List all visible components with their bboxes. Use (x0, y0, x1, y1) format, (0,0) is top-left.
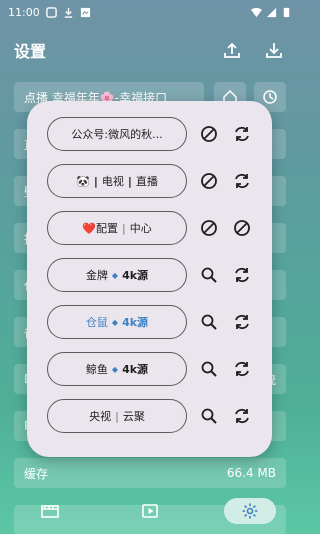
disabled-button[interactable] (197, 169, 221, 193)
search-button[interactable] (197, 404, 221, 428)
refresh-icon (235, 408, 249, 424)
source-suffix: 直播 (135, 175, 158, 188)
square-notification-icon (45, 6, 57, 18)
refresh-button[interactable] (230, 404, 254, 428)
app-header: 设置 (0, 30, 300, 70)
source-name: 鲸鱼 (85, 363, 108, 376)
disabled-button[interactable] (197, 216, 221, 240)
page-title: 设置 (14, 42, 47, 61)
source-name: 公众号:微风的秋... (71, 128, 163, 141)
source-pill[interactable]: 央视 | 云聚 (47, 399, 187, 433)
block-icon (201, 173, 217, 189)
refresh-icon (235, 267, 249, 283)
battery-icon (283, 7, 290, 17)
upload-button[interactable] (220, 38, 244, 62)
diamond-icon: ◆ (111, 317, 119, 327)
history-icon (263, 90, 277, 104)
wifi-icon (251, 7, 262, 17)
search-icon (201, 314, 217, 330)
download-notification-icon (64, 7, 72, 18)
search-icon (201, 408, 217, 424)
nav-vod[interactable] (24, 498, 76, 524)
source-tag: 4k源 (122, 363, 149, 376)
source-pill[interactable]: 金牌 ◆ 4k源 (47, 258, 187, 292)
source-row: 金牌 ◆ 4k源 (47, 258, 257, 292)
refresh-icon (235, 126, 249, 142)
separator: | (93, 174, 98, 188)
search-icon (201, 361, 217, 377)
refresh-button[interactable] (230, 263, 254, 287)
refresh-icon (235, 173, 249, 189)
block-icon (234, 220, 250, 236)
gear-icon (242, 503, 258, 519)
source-name: 金牌 (85, 269, 108, 282)
refresh-button[interactable] (230, 357, 254, 381)
signal-icon (266, 7, 277, 17)
separator: | (115, 409, 119, 423)
source-row: 央视 | 云聚 (47, 399, 257, 433)
disabled-button[interactable] (230, 216, 254, 240)
nav-live[interactable] (124, 498, 176, 524)
source-prefix: 🐼 (76, 174, 90, 188)
source-row: 公众号:微风的秋... (47, 117, 257, 151)
refresh-button[interactable] (230, 122, 254, 146)
source-suffix: 云聚 (122, 410, 145, 423)
refresh-button[interactable] (230, 169, 254, 193)
nav-settings[interactable] (224, 498, 276, 524)
download-icon (266, 43, 282, 58)
diamond-icon: ◆ (111, 270, 119, 280)
separator: | (127, 174, 132, 188)
source-pill[interactable]: 鲸鱼 ◆ 4k源 (47, 352, 187, 386)
refresh-button[interactable] (230, 310, 254, 334)
search-button[interactable] (197, 263, 221, 287)
source-pill[interactable]: 公众号:微风的秋... (47, 117, 187, 151)
source-select-dialog: 公众号:微风的秋... 🐼 | 电视 | 直播 ❤️ 配置 | 中心 金牌 ◆ … (27, 101, 272, 457)
source-row: 🐼 | 电视 | 直播 (47, 164, 257, 198)
source-name: 央视 (89, 410, 112, 423)
image-notification-icon (80, 7, 90, 17)
block-icon (201, 126, 217, 142)
source-row: ❤️ 配置 | 中心 (47, 211, 257, 245)
separator: | (121, 221, 126, 235)
upload-icon (224, 42, 240, 58)
setting-row-cache[interactable]: 缓存 66.4 MB (14, 458, 286, 488)
download-button[interactable] (262, 38, 286, 62)
source-row: 仓鼠 ◆ 4k源 (47, 305, 257, 339)
source-row: 鲸鱼 ◆ 4k源 (47, 352, 257, 386)
status-bar: 11:00 (0, 0, 300, 24)
status-time: 11:00 (8, 5, 40, 19)
refresh-icon (235, 361, 249, 377)
diamond-icon: ◆ (111, 364, 119, 374)
block-icon (201, 220, 217, 236)
source-name: 仓鼠 (85, 316, 108, 329)
search-icon (201, 267, 217, 283)
search-button[interactable] (197, 310, 221, 334)
refresh-icon (235, 314, 249, 330)
source-pill[interactable]: 🐼 | 电视 | 直播 (47, 164, 187, 198)
search-button[interactable] (197, 357, 221, 381)
film-icon (41, 505, 59, 518)
source-pill-selected[interactable]: 仓鼠 ◆ 4k源 (47, 305, 187, 339)
source-name: 电视 (101, 175, 124, 188)
source-suffix: 中心 (129, 222, 152, 235)
source-tag: 4k源 (122, 316, 149, 329)
source-pill[interactable]: ❤️ 配置 | 中心 (47, 211, 187, 245)
source-tag: 4k源 (122, 269, 149, 282)
setting-row-value: 66.4 MB (226, 466, 276, 480)
source-prefix: ❤️ (82, 221, 96, 235)
setting-row-label: 缓存 (24, 466, 49, 481)
bottom-nav (0, 492, 300, 534)
source-name: 配置 (95, 222, 118, 235)
disabled-button[interactable] (197, 122, 221, 146)
play-icon (142, 504, 158, 518)
